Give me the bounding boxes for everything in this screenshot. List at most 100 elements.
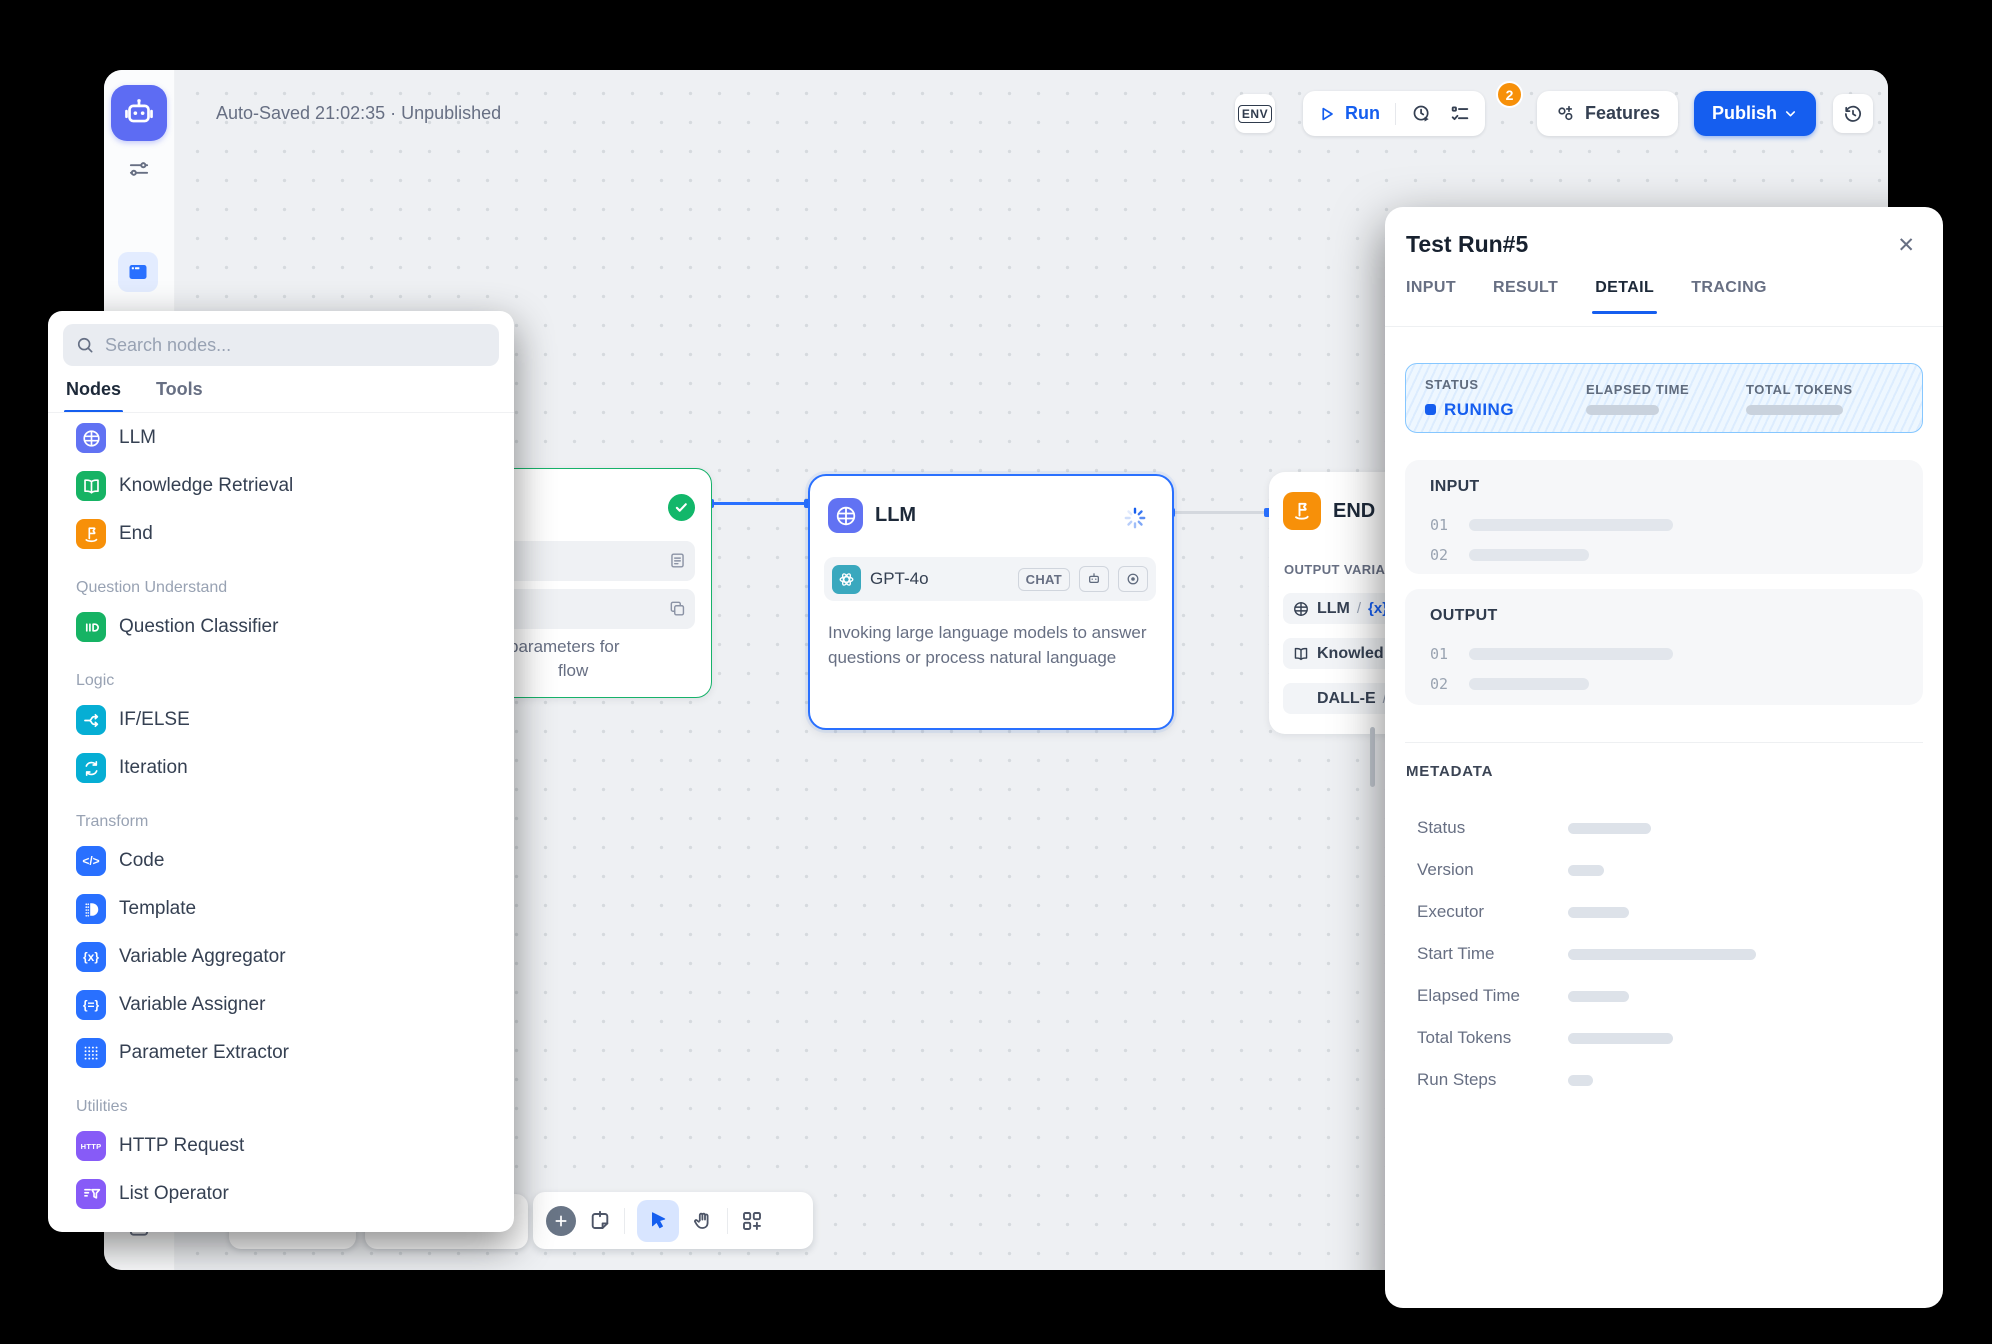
node-list-item[interactable]: End	[48, 510, 514, 558]
row-number: 01	[1430, 516, 1452, 534]
node-item-label: Variable Aggregator	[119, 946, 286, 968]
branch-icon	[76, 705, 106, 735]
tab-result[interactable]: RESULT	[1493, 279, 1558, 314]
tab-tools[interactable]: Tools	[156, 379, 203, 413]
skeleton-bar	[1568, 1075, 1593, 1086]
tab-nodes[interactable]: Nodes	[66, 379, 121, 413]
node-search-box[interactable]	[63, 324, 499, 366]
start-node-description: parameters for	[509, 635, 620, 659]
node-list-item[interactable]: IF/ELSE	[48, 696, 514, 744]
model-selector[interactable]: GPT-4o CHAT	[824, 557, 1156, 601]
start-node-description: flow	[558, 659, 588, 683]
play-icon[interactable]	[1317, 104, 1337, 124]
canvas-scrollbar[interactable]	[1370, 727, 1375, 787]
elapsed-skeleton	[1586, 405, 1659, 415]
node-list-item[interactable]: Parameter Extractor	[48, 1029, 514, 1077]
chat-mode-badge: CHAT	[1018, 568, 1070, 591]
node-list-item[interactable]: HTTPHTTP Request	[48, 1122, 514, 1170]
pointer-tool-button[interactable]	[637, 1200, 679, 1242]
features-button[interactable]: Features	[1537, 91, 1678, 136]
node-group-header: Transform	[48, 792, 514, 837]
node-list-item[interactable]: {x}Variable Aggregator	[48, 933, 514, 981]
node-list-item[interactable]: Knowledge Retrieval	[48, 462, 514, 510]
version-history-button[interactable]	[1833, 94, 1873, 133]
vision-badge[interactable]	[1118, 566, 1148, 592]
toolbar-divider	[1395, 103, 1396, 125]
add-node-button[interactable]	[546, 1206, 576, 1236]
metadata-title: METADATA	[1406, 763, 1493, 780]
add-note-button[interactable]	[588, 1209, 612, 1233]
test-run-panel: Test Run#5 ✕ INPUT RESULT DETAIL TRACING…	[1385, 207, 1943, 1308]
node-list-item[interactable]: Question Classifier	[48, 603, 514, 651]
metadata-row: Total Tokens	[1405, 1017, 1923, 1059]
publish-label: Publish	[1712, 103, 1777, 124]
panel-window-tile[interactable]	[118, 252, 158, 292]
elapsed-time-label: ELAPSED TIME	[1586, 382, 1746, 397]
node-panel-tabs: Nodes Tools	[66, 379, 203, 413]
node-list-item[interactable]: </>Code	[48, 837, 514, 885]
run-button[interactable]: Run	[1345, 103, 1380, 124]
app-robot-icon[interactable]	[111, 85, 167, 141]
node-list-item[interactable]: List Operator	[48, 1170, 514, 1218]
node-group-header: Question Understand	[48, 558, 514, 603]
env-button[interactable]: ENV	[1235, 94, 1275, 133]
tabs-divider	[48, 412, 514, 413]
tokens-skeleton	[1746, 405, 1843, 415]
io-skeleton-row: 01	[1430, 510, 1923, 540]
close-icon[interactable]: ✕	[1897, 233, 1915, 258]
io-skeleton-row: 02	[1430, 669, 1923, 699]
checklist-icon[interactable]	[1449, 103, 1471, 125]
node-group-header: Logic	[48, 651, 514, 696]
node-item-label: HTTP Request	[119, 1135, 244, 1157]
window-icon	[126, 260, 150, 284]
llm-node[interactable]: LLM GPT-4o CHAT	[808, 474, 1174, 730]
llm-node-title: LLM	[875, 504, 916, 527]
var-eq-icon: {=}	[76, 990, 106, 1020]
total-tokens-label: TOTAL TOKENS	[1746, 382, 1853, 397]
output-card-title: OUTPUT	[1430, 607, 1923, 625]
env-icon: ENV	[1238, 105, 1272, 123]
metadata-row: Status	[1405, 807, 1923, 849]
running-status-dot	[1425, 404, 1436, 415]
status-banner: STATUS RUNING ELAPSED TIME TOTAL TOKENS	[1405, 363, 1923, 433]
template-icon	[76, 894, 106, 924]
toolbar-divider	[727, 1208, 728, 1234]
edge-llm-to-end	[1170, 511, 1269, 514]
classifier-icon	[76, 612, 106, 642]
node-item-label: Variable Assigner	[119, 994, 265, 1016]
input-card: INPUT 0102	[1405, 460, 1923, 574]
success-check-icon	[668, 494, 695, 521]
run-history-clock-icon[interactable]	[1411, 103, 1433, 125]
input-card-title: INPUT	[1430, 478, 1923, 496]
output-card: OUTPUT 0102	[1405, 589, 1923, 705]
node-list-item[interactable]: Template	[48, 885, 514, 933]
node-item-label: IF/ELSE	[119, 709, 190, 731]
tab-detail[interactable]: DETAIL	[1595, 279, 1654, 314]
preferences-sliders-icon[interactable]	[126, 156, 152, 182]
node-list-item[interactable]: LLM	[48, 414, 514, 462]
search-input[interactable]	[103, 334, 487, 357]
search-icon	[75, 335, 95, 355]
agent-badge[interactable]	[1079, 566, 1109, 592]
skeleton-bar	[1568, 823, 1651, 834]
node-list-item[interactable]: Iteration	[48, 744, 514, 792]
io-skeleton-row: 01	[1430, 639, 1923, 669]
tab-input[interactable]: INPUT	[1406, 279, 1456, 314]
node-group-header: Utilities	[48, 1077, 514, 1122]
variable-source-name: LLM	[1317, 600, 1350, 618]
hand-tool-button[interactable]	[691, 1209, 715, 1233]
book-icon	[1292, 645, 1310, 663]
skeleton-bar	[1469, 519, 1673, 531]
skeleton-bar	[1469, 678, 1589, 690]
node-list-item[interactable]: {=} Variable Assigner	[48, 981, 514, 1029]
separator: /	[1357, 600, 1361, 617]
organize-nodes-button[interactable]	[740, 1209, 764, 1233]
node-item-label: Question Classifier	[119, 616, 278, 638]
node-item-label: LLM	[119, 427, 156, 449]
skeleton-bar	[1568, 949, 1756, 960]
publish-button[interactable]: Publish	[1694, 91, 1816, 136]
metadata-row: Run Steps	[1405, 1059, 1923, 1101]
output-variables-label: OUTPUT VARIA	[1284, 562, 1385, 577]
tab-tracing[interactable]: TRACING	[1691, 279, 1767, 314]
node-search-panel: Nodes Tools LLMKnowledge RetrievalEndQue…	[48, 311, 514, 1232]
